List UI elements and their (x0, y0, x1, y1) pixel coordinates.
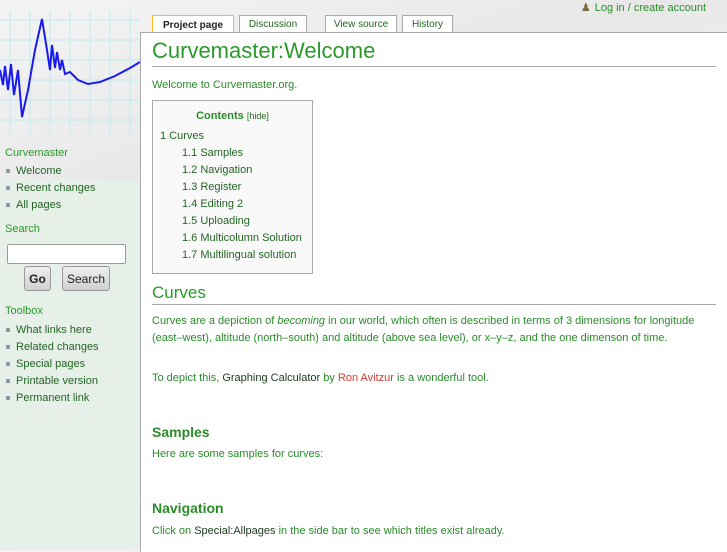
tab-discussion[interactable]: Discussion (239, 15, 307, 33)
toolbox-related-changes[interactable]: Related changes (6, 341, 99, 353)
toc-title: Contents (196, 110, 244, 122)
search-button[interactable]: Search (62, 266, 110, 291)
toolbox-printable-version[interactable]: Printable version (6, 375, 98, 387)
graphing-calculator-link[interactable]: Graphing Calculator (222, 372, 320, 384)
search-title: Search (5, 223, 40, 235)
toolbox-title: Toolbox (5, 305, 43, 317)
toc-item[interactable]: 1.6 Multicolumn Solution (182, 232, 302, 244)
toc-item[interactable]: 1.5 Uploading (182, 215, 250, 227)
heading-navigation: Navigation (152, 500, 224, 516)
toc-item[interactable]: 1.4 Editing 2 (182, 198, 243, 210)
search-input[interactable] (7, 244, 126, 264)
sidebar-item-recent-changes[interactable]: Recent changes (6, 182, 96, 194)
page-title: Curvemaster:Welcome (152, 38, 716, 67)
depict-paragraph: To depict this, Graphing Calculator by R… (152, 372, 489, 384)
curves-paragraph: Curves are a depiction of becoming in ou… (152, 315, 695, 344)
sidebar-item-welcome[interactable]: Welcome (6, 165, 62, 177)
toolbox-permanent-link[interactable]: Permanent link (6, 392, 89, 404)
site-logo[interactable] (0, 0, 140, 135)
toc-item[interactable]: 1.2 Navigation (182, 164, 252, 176)
toc-hide-link[interactable]: [hide] (247, 111, 269, 121)
go-button[interactable]: Go (24, 266, 51, 291)
toc-item[interactable]: 1.3 Register (182, 181, 241, 193)
user-icon: ♟ (580, 2, 591, 14)
table-of-contents: Contents [hide] 1 Curves 1.1 Samples 1.2… (152, 100, 313, 274)
samples-text: Here are some samples for curves: (152, 448, 324, 460)
tab-view-source[interactable]: View source (325, 15, 397, 33)
heading-curves: Curves (152, 283, 716, 305)
login-link[interactable]: ♟ Log in / create account (580, 1, 706, 15)
tab-history[interactable]: History (402, 15, 453, 33)
toc-item[interactable]: 1 Curves (160, 130, 204, 142)
toolbox-special-pages[interactable]: Special pages (6, 358, 85, 370)
sidebar-item-all-pages[interactable]: All pages (6, 199, 61, 211)
content: Curvemaster:Welcome Welcome to Curvemast… (140, 32, 727, 552)
toc-item[interactable]: 1.7 Multilingual solution (182, 249, 296, 261)
nav-title: Curvemaster (5, 147, 68, 159)
special-allpages-link[interactable]: Special:Allpages (194, 525, 275, 537)
ron-avitzur-link[interactable]: Ron Avitzur (338, 372, 394, 384)
toolbox-what-links-here[interactable]: What links here (6, 324, 92, 336)
heading-samples: Samples (152, 424, 210, 440)
navigation-text: Click on Special:Allpages in the side ba… (152, 525, 505, 537)
toc-item[interactable]: 1.1 Samples (182, 147, 243, 159)
intro-text: Welcome to Curvemaster.org. (152, 79, 298, 91)
